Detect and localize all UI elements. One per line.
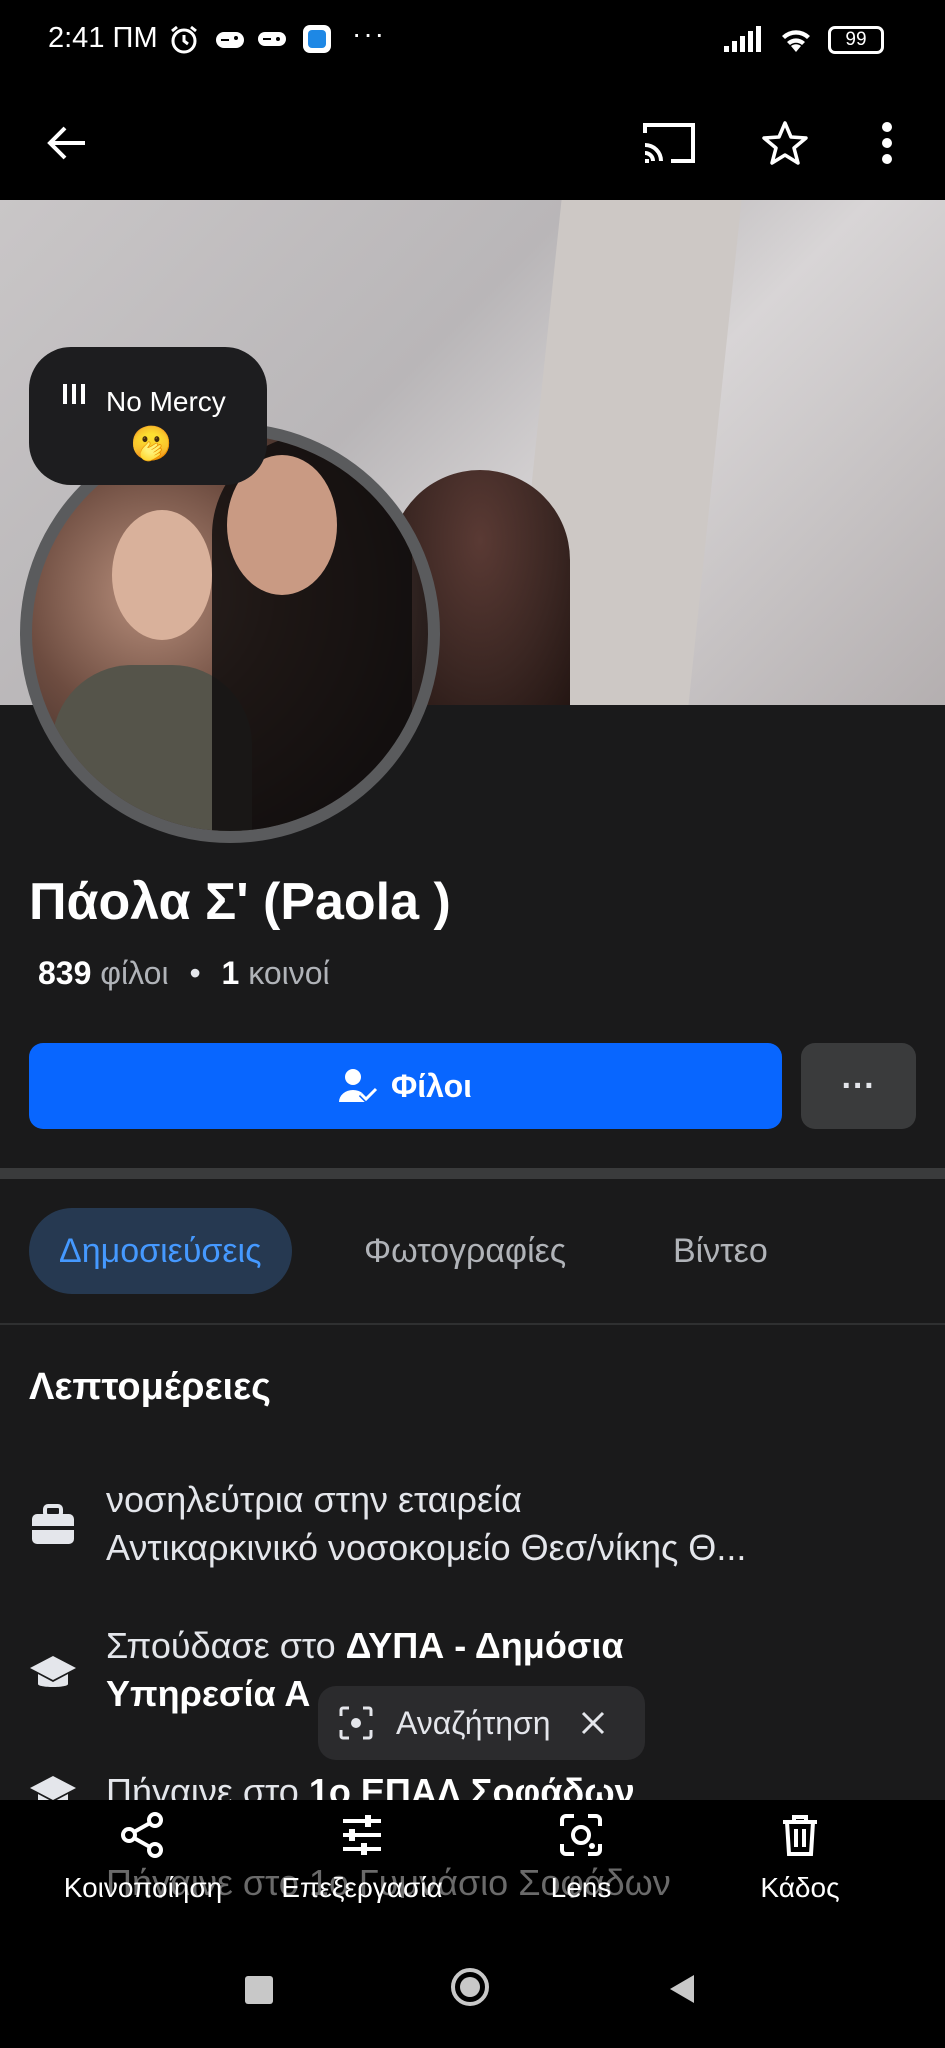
app-notification-icon: [302, 24, 332, 54]
edit-action[interactable]: Επεξεργασία: [262, 1812, 462, 1904]
game-controller-icon: [214, 24, 246, 54]
cast-button[interactable]: [636, 110, 702, 176]
trash-label: Κάδος: [760, 1872, 840, 1903]
friends-word: φίλοι: [100, 955, 169, 991]
friends-count: 839: [38, 955, 92, 991]
alarm-icon: [168, 24, 200, 54]
briefcase-icon: [32, 1504, 74, 1544]
battery-level: 99: [845, 29, 867, 50]
work-detail[interactable]: νοσηλεύτρια στην εταιρεία Αντικαρκινικό …: [106, 1476, 926, 1572]
mutual-count: 1: [221, 955, 240, 991]
friends-summary[interactable]: 839 φίλοι • 1 κοινοί: [38, 955, 330, 992]
share-icon: [121, 1812, 163, 1858]
signal-icon: [722, 24, 766, 54]
search-chip-label: Αναζήτηση: [396, 1704, 551, 1741]
friend-check-icon: [339, 1069, 379, 1104]
tab-photos[interactable]: Φωτογραφίες: [364, 1208, 566, 1294]
mutual-word: κοινοί: [248, 955, 330, 991]
tabs-divider: [0, 1323, 945, 1325]
status-time: 2:41 ΠΜ: [48, 22, 158, 54]
music-emoji: 🫢: [130, 425, 173, 463]
music-title: No Mercy: [106, 386, 226, 417]
more-horizontal-icon: ···: [841, 1066, 876, 1105]
separator-dot: •: [189, 955, 201, 991]
more-vertical-icon: [882, 122, 892, 164]
edit-label: Επεξεργασία: [281, 1872, 443, 1903]
study-school-2: Υπηρεσία Α: [106, 1673, 311, 1714]
more-options-button[interactable]: ···: [801, 1043, 916, 1129]
lens-icon: [560, 1814, 602, 1856]
share-label: Κοινοποίηση: [63, 1872, 223, 1903]
details-title: Λεπτομέρειες: [29, 1366, 271, 1408]
section-divider: [0, 1168, 945, 1179]
study-prefix: Σπούδασε στο: [106, 1625, 346, 1666]
friends-button[interactable]: Φίλοι: [29, 1043, 782, 1129]
tab-videos[interactable]: Βίντεο: [673, 1208, 768, 1294]
cast-icon: [643, 123, 695, 163]
lens-search-chip[interactable]: Αναζήτηση: [318, 1686, 645, 1760]
profile-name: Πάολα Σ' (Paola ): [29, 873, 451, 931]
close-icon[interactable]: [579, 1709, 607, 1737]
study-school-1: ΔΥΠΑ - Δημόσια: [345, 1625, 624, 1666]
arrow-left-icon: [47, 126, 85, 160]
overflow-menu-button[interactable]: [854, 110, 920, 176]
work-line-2: Αντικαρκινικό νοσοκομείο Θεσ/νίκης Θ...: [106, 1527, 747, 1568]
graduation-cap-icon: [30, 1656, 76, 1687]
more-notifications-icon: ···: [352, 18, 386, 49]
recents-nav-icon[interactable]: [245, 1976, 273, 2004]
trash-action[interactable]: Κάδος: [700, 1812, 900, 1904]
sliders-icon: [343, 1815, 381, 1855]
tab-posts[interactable]: Δημοσιεύσεις: [29, 1208, 292, 1294]
lens-scan-icon: [339, 1706, 373, 1740]
back-button[interactable]: [34, 110, 100, 176]
share-action[interactable]: Κοινοποίηση: [43, 1812, 243, 1904]
home-nav-icon[interactable]: [451, 1968, 489, 2006]
back-nav-icon[interactable]: [666, 1972, 698, 2006]
gamepad-icon: [256, 24, 288, 54]
work-line-1: νοσηλεύτρια στην εταιρεία: [106, 1479, 522, 1520]
battery-icon: 99: [828, 26, 884, 54]
lens-label: Lens: [550, 1872, 612, 1903]
avatar[interactable]: [32, 435, 428, 831]
wifi-icon: [776, 24, 816, 54]
trash-icon: [783, 1815, 817, 1856]
friends-button-label: Φίλοι: [391, 1067, 472, 1104]
lens-action[interactable]: Lens: [481, 1812, 681, 1904]
favorite-button[interactable]: [752, 110, 818, 176]
avatar-face-left: [112, 510, 212, 640]
music-bars-icon: [63, 384, 85, 404]
star-icon: [762, 121, 808, 165]
